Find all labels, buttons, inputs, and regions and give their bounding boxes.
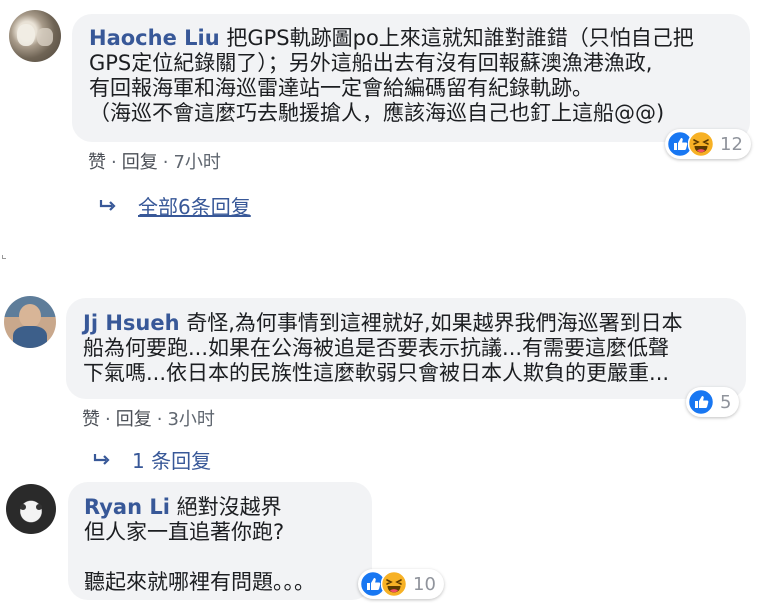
comment-author[interactable]: Jj Hsueh <box>83 311 180 335</box>
screenshot-divider <box>0 233 778 261</box>
reaction-count: 12 <box>720 133 743 155</box>
reply-link[interactable]: 回复 <box>116 409 152 430</box>
avatar[interactable] <box>6 484 56 534</box>
comment-actions: 赞 · 回复 · 3小时 <box>82 409 215 430</box>
reaction-summary[interactable]: 5 <box>686 387 740 417</box>
reply-link[interactable]: 回复 <box>122 152 158 173</box>
view-replies-link[interactable]: 1 条回复 <box>92 445 211 474</box>
comment-thread-1: Haoche Liu 把GPS軌跡圖po上來這就知誰對誰錯（只怕自己把 GPS定… <box>0 0 778 233</box>
comment-text-line <box>84 545 315 570</box>
comment-text-line: 聽起來就哪裡有問題。。。 <box>84 570 315 594</box>
like-link[interactable]: 赞 <box>82 409 100 430</box>
comment-bubble: Haoche Liu 把GPS軌跡圖po上來這就知誰對誰錯（只怕自己把 GPS定… <box>72 14 750 142</box>
comment-text-line: 但人家一直追著你跑? <box>84 520 285 544</box>
reaction-summary[interactable]: 12 <box>665 129 751 159</box>
view-replies-link[interactable]: 全部6条回复 <box>98 191 251 220</box>
comment-text-line: （海巡不會這麼巧去馳援搶人，應該海巡自己也釘上這船@@) <box>89 101 665 125</box>
comment-text-line: 把GPS軌跡圖po上來這就知誰對誰錯（只怕自己把 <box>226 26 694 50</box>
comment-text-line: 下氣嗎...依日本的民族性這麼軟弱只會被日本人欺負的更嚴重... <box>83 361 670 385</box>
like-reaction-icon <box>688 389 714 415</box>
like-link[interactable]: 赞 <box>88 152 106 173</box>
comment-author[interactable]: Haoche Liu <box>89 26 220 50</box>
reaction-count: 10 <box>413 573 436 595</box>
comment-text-line: 絕對沒越界 <box>176 495 282 519</box>
reaction-summary[interactable]: 10 <box>358 569 444 599</box>
divider-mark <box>2 255 6 259</box>
reply-arrow-icon <box>92 452 112 473</box>
comment-text-line: 有回報海軍和海巡雷達站一定會給編碼留有紀錄軌跡。 <box>89 76 593 100</box>
comment-bubble: Jj Hsueh 奇怪,為何事情到這裡就好,如果越界我們海巡署到日本 船為何要跑… <box>66 298 746 399</box>
avatar[interactable] <box>4 296 56 348</box>
comment-actions: 赞 · 回复 · 7小时 <box>88 152 221 173</box>
comment-text-line: 船為何要跑...如果在公海被追是否要表示抗議...有需要這麼低聲 <box>83 336 670 360</box>
comment-text-line: GPS定位紀錄關了）；另外這船出去有沒有回報蘇澳漁港漁政, <box>89 51 653 75</box>
comment-text-line: 奇怪,為何事情到這裡就好,如果越界我們海巡署到日本 <box>186 311 683 335</box>
haha-reaction-icon <box>688 131 714 157</box>
reply-arrow-icon <box>98 198 118 219</box>
comment-bubble: Ryan Li 絕對沒越界 但人家一直追著你跑? 聽起來就哪裡有問題。。。 <box>68 482 372 600</box>
comment-thread-2: Jj Hsueh 奇怪,為何事情到這裡就好,如果越界我們海巡署到日本 船為何要跑… <box>0 262 778 603</box>
comment-author[interactable]: Ryan Li <box>84 495 170 519</box>
replies-label: 全部6条回复 <box>138 195 251 219</box>
replies-label: 1 条回复 <box>132 449 212 473</box>
avatar[interactable] <box>9 10 61 62</box>
comment-timestamp[interactable]: 7小时 <box>173 152 220 173</box>
haha-reaction-icon <box>381 571 407 597</box>
comment-timestamp[interactable]: 3小时 <box>167 409 214 430</box>
reaction-count: 5 <box>720 391 732 413</box>
